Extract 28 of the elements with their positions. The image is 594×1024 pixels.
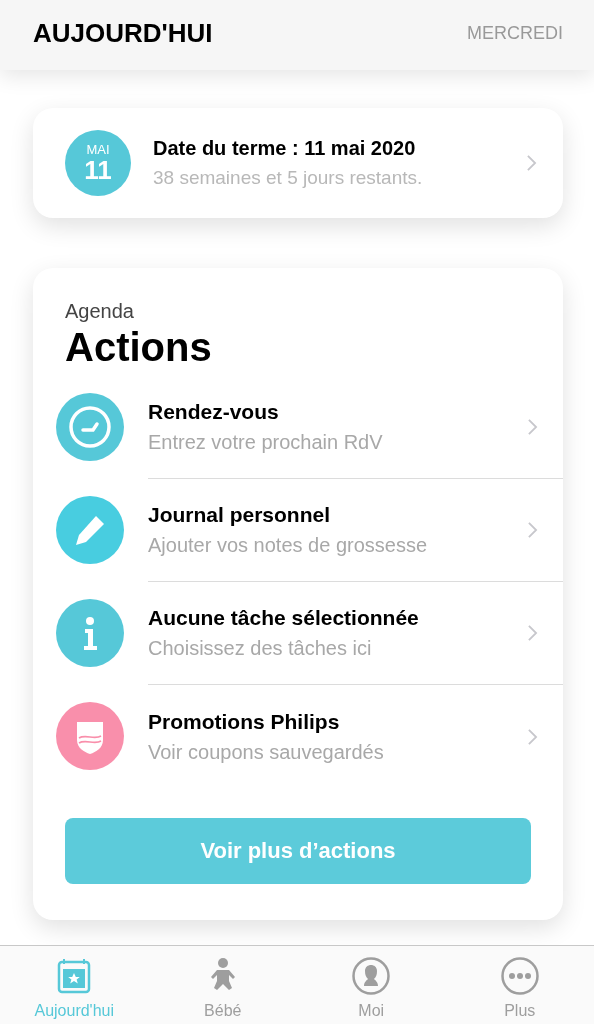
action-title: Promotions Philips — [148, 708, 341, 735]
more-icon — [499, 956, 540, 996]
section-title: Actions — [65, 325, 213, 370]
action-subtitle: Choisissez des tâches ici — [148, 636, 373, 661]
weekday-label: MERCREDI — [467, 22, 563, 44]
chevron-icon — [526, 154, 537, 172]
section-label: Agenda — [65, 300, 135, 323]
month-label: MAI — [86, 143, 110, 157]
action-subtitle: Voir coupons sauvegardés — [148, 739, 385, 765]
chevron-icon — [527, 521, 538, 539]
remaining-time: 38 semaines et 5 jours restants. — [153, 166, 424, 190]
due-date-card[interactable]: MAI 11 Date du terme : 11 mai 2020 38 semaines et 5 jours restants. — [33, 108, 563, 218]
person-icon — [351, 956, 392, 996]
action-subtitle: Entrez votre prochain RdV — [148, 430, 384, 455]
page-title: AUJOURD'HUI — [33, 17, 213, 49]
due-date-title: Date du terme : 11 mai 2020 — [153, 136, 417, 161]
action-title: Rendez-vous — [148, 399, 280, 425]
chevron-icon — [527, 624, 538, 642]
action-title: Journal personnel — [148, 502, 332, 528]
chevron-icon — [527, 727, 538, 746]
chevron-icon — [527, 418, 538, 436]
day-number: 11 — [84, 157, 112, 183]
action-item[interactable]: Journal personnel Ajouter vos notes de grossesse — [33, 479, 563, 582]
action-item[interactable]: Promotions Philips Voir coupons sauvegardés — [33, 685, 563, 788]
action-subtitle: Ajouter vos notes de grossesse — [148, 533, 429, 558]
action-item[interactable]: Rendez-vous Entrez votre prochain RdV — [33, 376, 563, 479]
action-title: Aucune tâche sélectionnée — [148, 605, 420, 631]
action-item[interactable]: Aucune tâche sélectionnée Choisissez des tâches ici — [33, 582, 563, 685]
